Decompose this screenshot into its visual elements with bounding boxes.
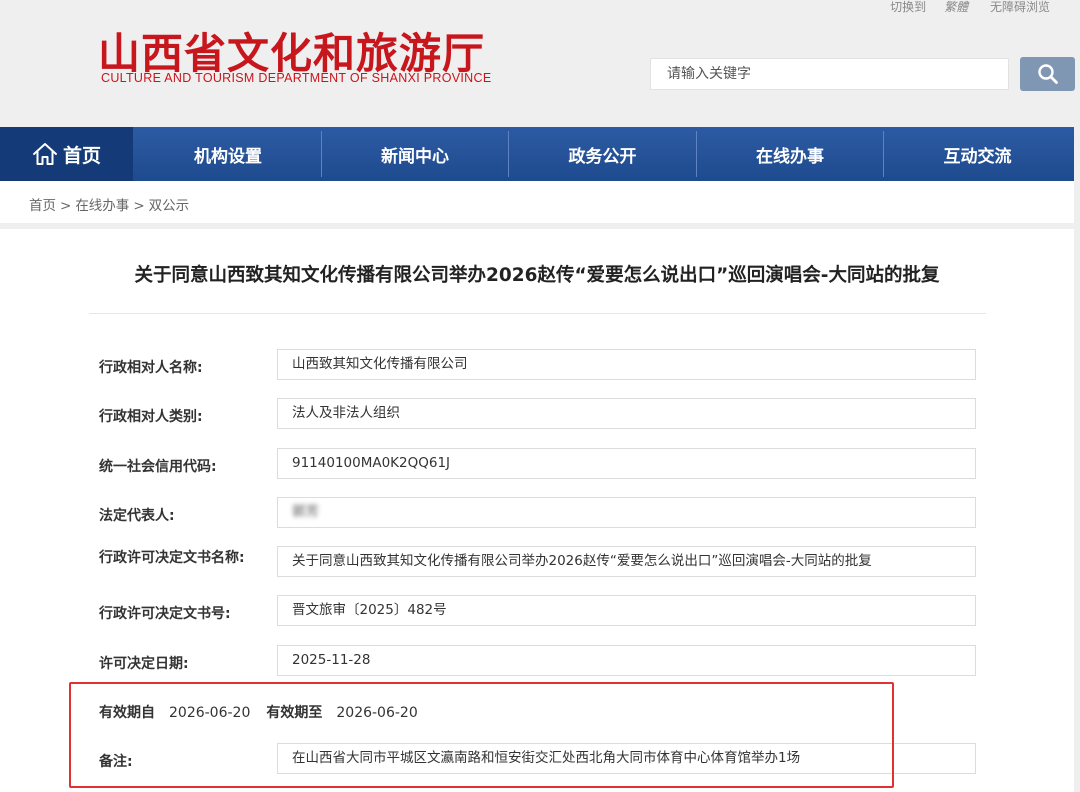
nav-home[interactable]: 首页 [0, 127, 133, 181]
field-value-credit-code: 91140100MA0K2QQ61J [277, 448, 976, 479]
field-label-party-type: 行政相对人类别: [99, 409, 203, 425]
breadcrumb: 首页 > 在线办事 > 双公示 [29, 194, 189, 214]
field-label-decision-doc-name: 行政许可决定文书名称: [99, 550, 245, 566]
breadcrumb-bar: 首页 > 在线办事 > 双公示 [0, 181, 1074, 223]
field-value-party-name: 山西致其知文化传播有限公司 [277, 349, 976, 380]
nav-item-organization[interactable]: 机构设置 [135, 127, 321, 181]
field-label-party-name: 行政相对人名称: [99, 360, 203, 376]
field-label-credit-code: 统一社会信用代码: [99, 459, 217, 475]
nav-item-interaction[interactable]: 互动交流 [884, 127, 1071, 181]
breadcrumb-current[interactable]: 双公示 [149, 198, 190, 214]
field-value-party-type: 法人及非法人组织 [277, 398, 976, 429]
field-value-decision-doc-number: 晋文旅审〔2025〕482号 [277, 595, 976, 626]
breadcrumb-online-services[interactable]: 在线办事 [75, 198, 129, 214]
nav-item-online-services[interactable]: 在线办事 [697, 127, 883, 181]
breadcrumb-separator: > [60, 198, 72, 214]
highlight-box [69, 682, 894, 788]
field-value-decision-doc-name: 关于同意山西致其知文化传播有限公司举办2026赵传“爱要怎么说出口”巡回演唱会-… [277, 546, 976, 577]
field-value-decision-date: 2025-11-28 [277, 645, 976, 676]
search-button[interactable] [1020, 57, 1075, 91]
field-label-decision-date: 许可决定日期: [99, 656, 189, 672]
nav-item-news[interactable]: 新闻中心 [322, 127, 508, 181]
legal-representative-name-blurred: 郭芳 [292, 504, 319, 520]
title-divider [89, 313, 986, 314]
switch-traditional-link[interactable]: 切换到 繁體 [872, 0, 968, 14]
site-logo-en: CULTURE AND TOURISM DEPARTMENT OF SHANXI… [101, 71, 492, 85]
top-links: 切换到 繁體 无障碍浏览 [854, 0, 1050, 15]
breadcrumb-home[interactable]: 首页 [29, 198, 56, 214]
nav-home-label: 首页 [62, 144, 101, 167]
search-input[interactable] [650, 58, 1009, 90]
home-icon [32, 143, 57, 165]
accessible-browse-link[interactable]: 无障碍浏览 [990, 0, 1050, 14]
field-label-legal-representative: 法定代表人: [99, 508, 175, 524]
field-label-decision-doc-number: 行政许可决定文书号: [99, 606, 231, 622]
search-icon [1037, 64, 1058, 84]
field-value-legal-representative: 郭芳 [277, 497, 976, 528]
breadcrumb-separator: > [133, 198, 145, 214]
page-title: 关于同意山西致其知文化传播有限公司举办2026赵传“爱要怎么说出口”巡回演唱会-… [134, 265, 940, 286]
nav-item-government-affairs[interactable]: 政务公开 [509, 127, 696, 181]
main-nav: 首页 机构设置 新闻中心 政务公开 在线办事 互动交流 [0, 127, 1074, 181]
content-panel: 关于同意山西致其知文化传播有限公司举办2026赵传“爱要怎么说出口”巡回演唱会-… [0, 229, 1074, 792]
